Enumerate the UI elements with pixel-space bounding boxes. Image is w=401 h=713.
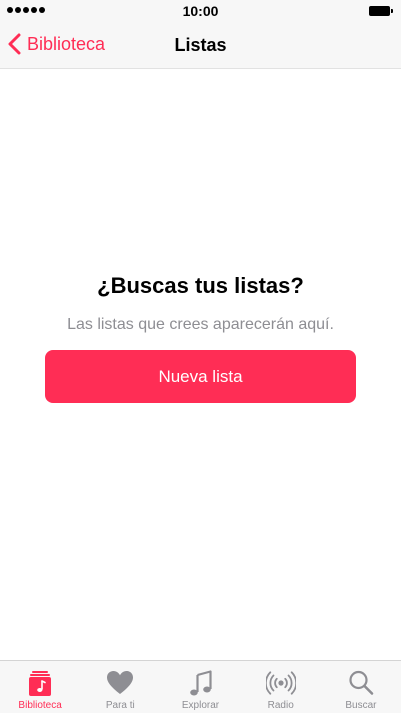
battery-icon [369, 6, 393, 16]
status-bar: 10:00 [0, 0, 401, 22]
new-list-button[interactable]: Nueva lista [45, 350, 356, 403]
radio-broadcast-icon [265, 668, 296, 698]
tab-radio[interactable]: Radio [241, 661, 321, 713]
navigation-bar: Biblioteca Listas [0, 22, 401, 69]
tab-for-you-label: Para ti [105, 700, 135, 711]
tab-search-label: Buscar [345, 700, 377, 711]
empty-state-title: ¿Buscas tus listas? [97, 273, 304, 298]
search-icon [346, 668, 376, 698]
tab-library-label: Biblioteca [18, 700, 62, 711]
page-title: Listas [174, 35, 227, 55]
status-time: 10:00 [182, 3, 219, 19]
tab-library[interactable]: Biblioteca [0, 661, 80, 713]
empty-state-subtitle: Las listas que crees aparecerán aquí. [67, 316, 334, 333]
heart-icon [105, 668, 135, 698]
tab-for-you[interactable]: Para ti [80, 661, 160, 713]
library-icon [25, 668, 55, 698]
tab-browse-label: Explorar [181, 700, 220, 711]
music-note-icon [186, 668, 216, 698]
tab-browse[interactable]: Explorar [160, 661, 240, 713]
app-screen: 10:00 Biblioteca Listas ¿Buscas tus list… [0, 0, 401, 713]
tab-radio-label: Radio [267, 700, 294, 711]
tab-bar: Biblioteca Para ti Explorar Radio Buscar [0, 660, 401, 713]
tab-search[interactable]: Buscar [321, 661, 401, 713]
